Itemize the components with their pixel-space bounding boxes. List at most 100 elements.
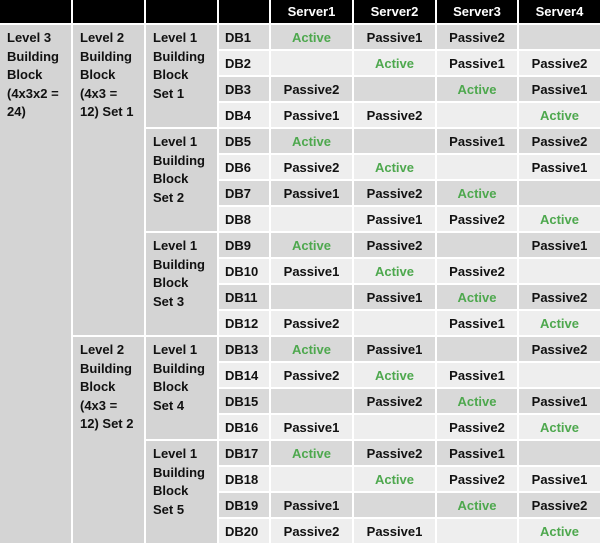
server3-role: Passive2 xyxy=(435,205,519,233)
server2-role: Passive1 xyxy=(352,23,437,51)
db-name: DB14 xyxy=(218,361,271,389)
server4-role: Passive2 xyxy=(517,491,600,519)
server3-role: Active xyxy=(435,179,519,207)
server1-role: Passive1 xyxy=(269,257,354,285)
server4-role xyxy=(517,179,600,207)
level3-group-label: Level 3 Building Block (4x3x2 = 24) xyxy=(0,23,73,545)
table-row: Level 3 Building Block (4x3x2 = 24) Level… xyxy=(0,23,600,545)
server2-role xyxy=(352,309,437,337)
db-name: DB7 xyxy=(218,179,271,207)
server4-role: Passive1 xyxy=(517,231,600,259)
server4-role xyxy=(517,439,600,467)
server3-role: Passive2 xyxy=(435,257,519,285)
server4-role: Active xyxy=(517,205,600,233)
server2-role: Active xyxy=(352,465,437,493)
server4-role: Active xyxy=(517,517,600,545)
db-name: DB13 xyxy=(217,335,271,363)
header-level2 xyxy=(71,0,146,25)
server2-role: Active xyxy=(352,361,437,389)
server3-role: Passive1 xyxy=(435,309,519,337)
server3-role: Passive2 xyxy=(435,413,519,441)
server2-role: Passive1 xyxy=(352,335,437,363)
server2-role: Passive2 xyxy=(352,179,437,207)
db-name: DB16 xyxy=(218,413,271,441)
db-name: DB15 xyxy=(218,387,271,415)
server2-role: Active xyxy=(352,49,437,77)
server1-role: Active xyxy=(269,127,354,155)
server4-role: Active xyxy=(517,101,600,129)
server1-role: Passive1 xyxy=(269,179,354,207)
server1-role xyxy=(269,283,354,311)
server2-role: Active xyxy=(352,153,437,181)
server3-role: Active xyxy=(435,75,519,103)
server1-role: Active xyxy=(269,23,354,51)
server1-role: Active xyxy=(269,439,354,467)
db-name: DB20 xyxy=(218,517,271,545)
server4-role xyxy=(517,23,600,51)
server4-role xyxy=(517,361,600,389)
server3-role: Active xyxy=(435,491,519,519)
server2-role: Passive2 xyxy=(352,231,437,259)
server1-role: Passive2 xyxy=(269,153,354,181)
server4-role: Passive1 xyxy=(517,465,600,493)
server3-role xyxy=(435,231,519,259)
header-server2: Server2 xyxy=(352,0,437,25)
server3-role: Passive2 xyxy=(435,465,519,493)
server2-role: Passive1 xyxy=(352,205,437,233)
server4-role: Passive1 xyxy=(517,387,600,415)
server3-role: Active xyxy=(435,387,519,415)
db-name: DB17 xyxy=(217,439,271,467)
header-server3: Server3 xyxy=(435,0,519,25)
server2-role xyxy=(352,413,437,441)
server4-role: Active xyxy=(517,309,600,337)
server4-role: Passive2 xyxy=(517,335,600,363)
level2-group-label: Level 2 Building Block (4x3 = 12) Set 2 xyxy=(72,335,146,545)
server1-role: Passive2 xyxy=(269,517,354,545)
server3-role: Passive1 xyxy=(435,127,519,155)
level2-group-label: Level 2 Building Block (4x3 = 12) Set 1 xyxy=(71,23,146,337)
server1-role: Passive1 xyxy=(269,101,354,129)
server1-role xyxy=(269,49,354,77)
server1-role: Passive2 xyxy=(269,309,354,337)
server3-role: Passive1 xyxy=(435,361,519,389)
server3-role: Passive2 xyxy=(435,23,519,51)
server3-role xyxy=(435,101,519,129)
db-name: DB11 xyxy=(218,283,271,311)
server1-role xyxy=(269,205,354,233)
db-name: DB9 xyxy=(217,231,271,259)
server1-role: Active xyxy=(269,231,354,259)
header-server1: Server1 xyxy=(269,0,354,25)
server2-role: Passive2 xyxy=(352,387,437,415)
database-distribution-table: Server1 Server2 Server3 Server4 Level 3 … xyxy=(0,0,600,545)
db-name: DB12 xyxy=(218,309,271,337)
server4-role: Passive2 xyxy=(517,49,600,77)
server4-role: Passive2 xyxy=(517,127,600,155)
server1-role: Passive1 xyxy=(269,491,354,519)
db-name: DB6 xyxy=(218,153,271,181)
db-name: DB18 xyxy=(218,465,271,493)
db-name: DB19 xyxy=(218,491,271,519)
level1-group-label: Level 1 Building Block Set 2 xyxy=(145,127,219,233)
level1-group-label: Level 1 Building Block Set 3 xyxy=(145,231,219,337)
server2-role xyxy=(352,127,437,155)
header-db xyxy=(217,0,271,25)
server3-role xyxy=(435,335,519,363)
server3-role xyxy=(435,153,519,181)
server4-role: Passive2 xyxy=(517,283,600,311)
server1-role xyxy=(269,465,354,493)
server2-role: Passive1 xyxy=(352,517,437,545)
server1-role: Active xyxy=(269,335,354,363)
db-name: DB10 xyxy=(218,257,271,285)
server3-role: Passive1 xyxy=(435,439,519,467)
server2-role: Passive1 xyxy=(352,283,437,311)
server4-role: Passive1 xyxy=(517,75,600,103)
db-name: DB4 xyxy=(218,101,271,129)
server1-role: Passive2 xyxy=(269,75,354,103)
server4-role: Passive1 xyxy=(517,153,600,181)
server3-role xyxy=(435,517,519,545)
header-level1 xyxy=(144,0,219,25)
table-row: Level 2 Building Block (4x3 = 12) Set 2L… xyxy=(0,335,600,545)
header-level3 xyxy=(0,0,73,25)
server1-role: Passive2 xyxy=(269,361,354,389)
server2-role: Active xyxy=(352,257,437,285)
